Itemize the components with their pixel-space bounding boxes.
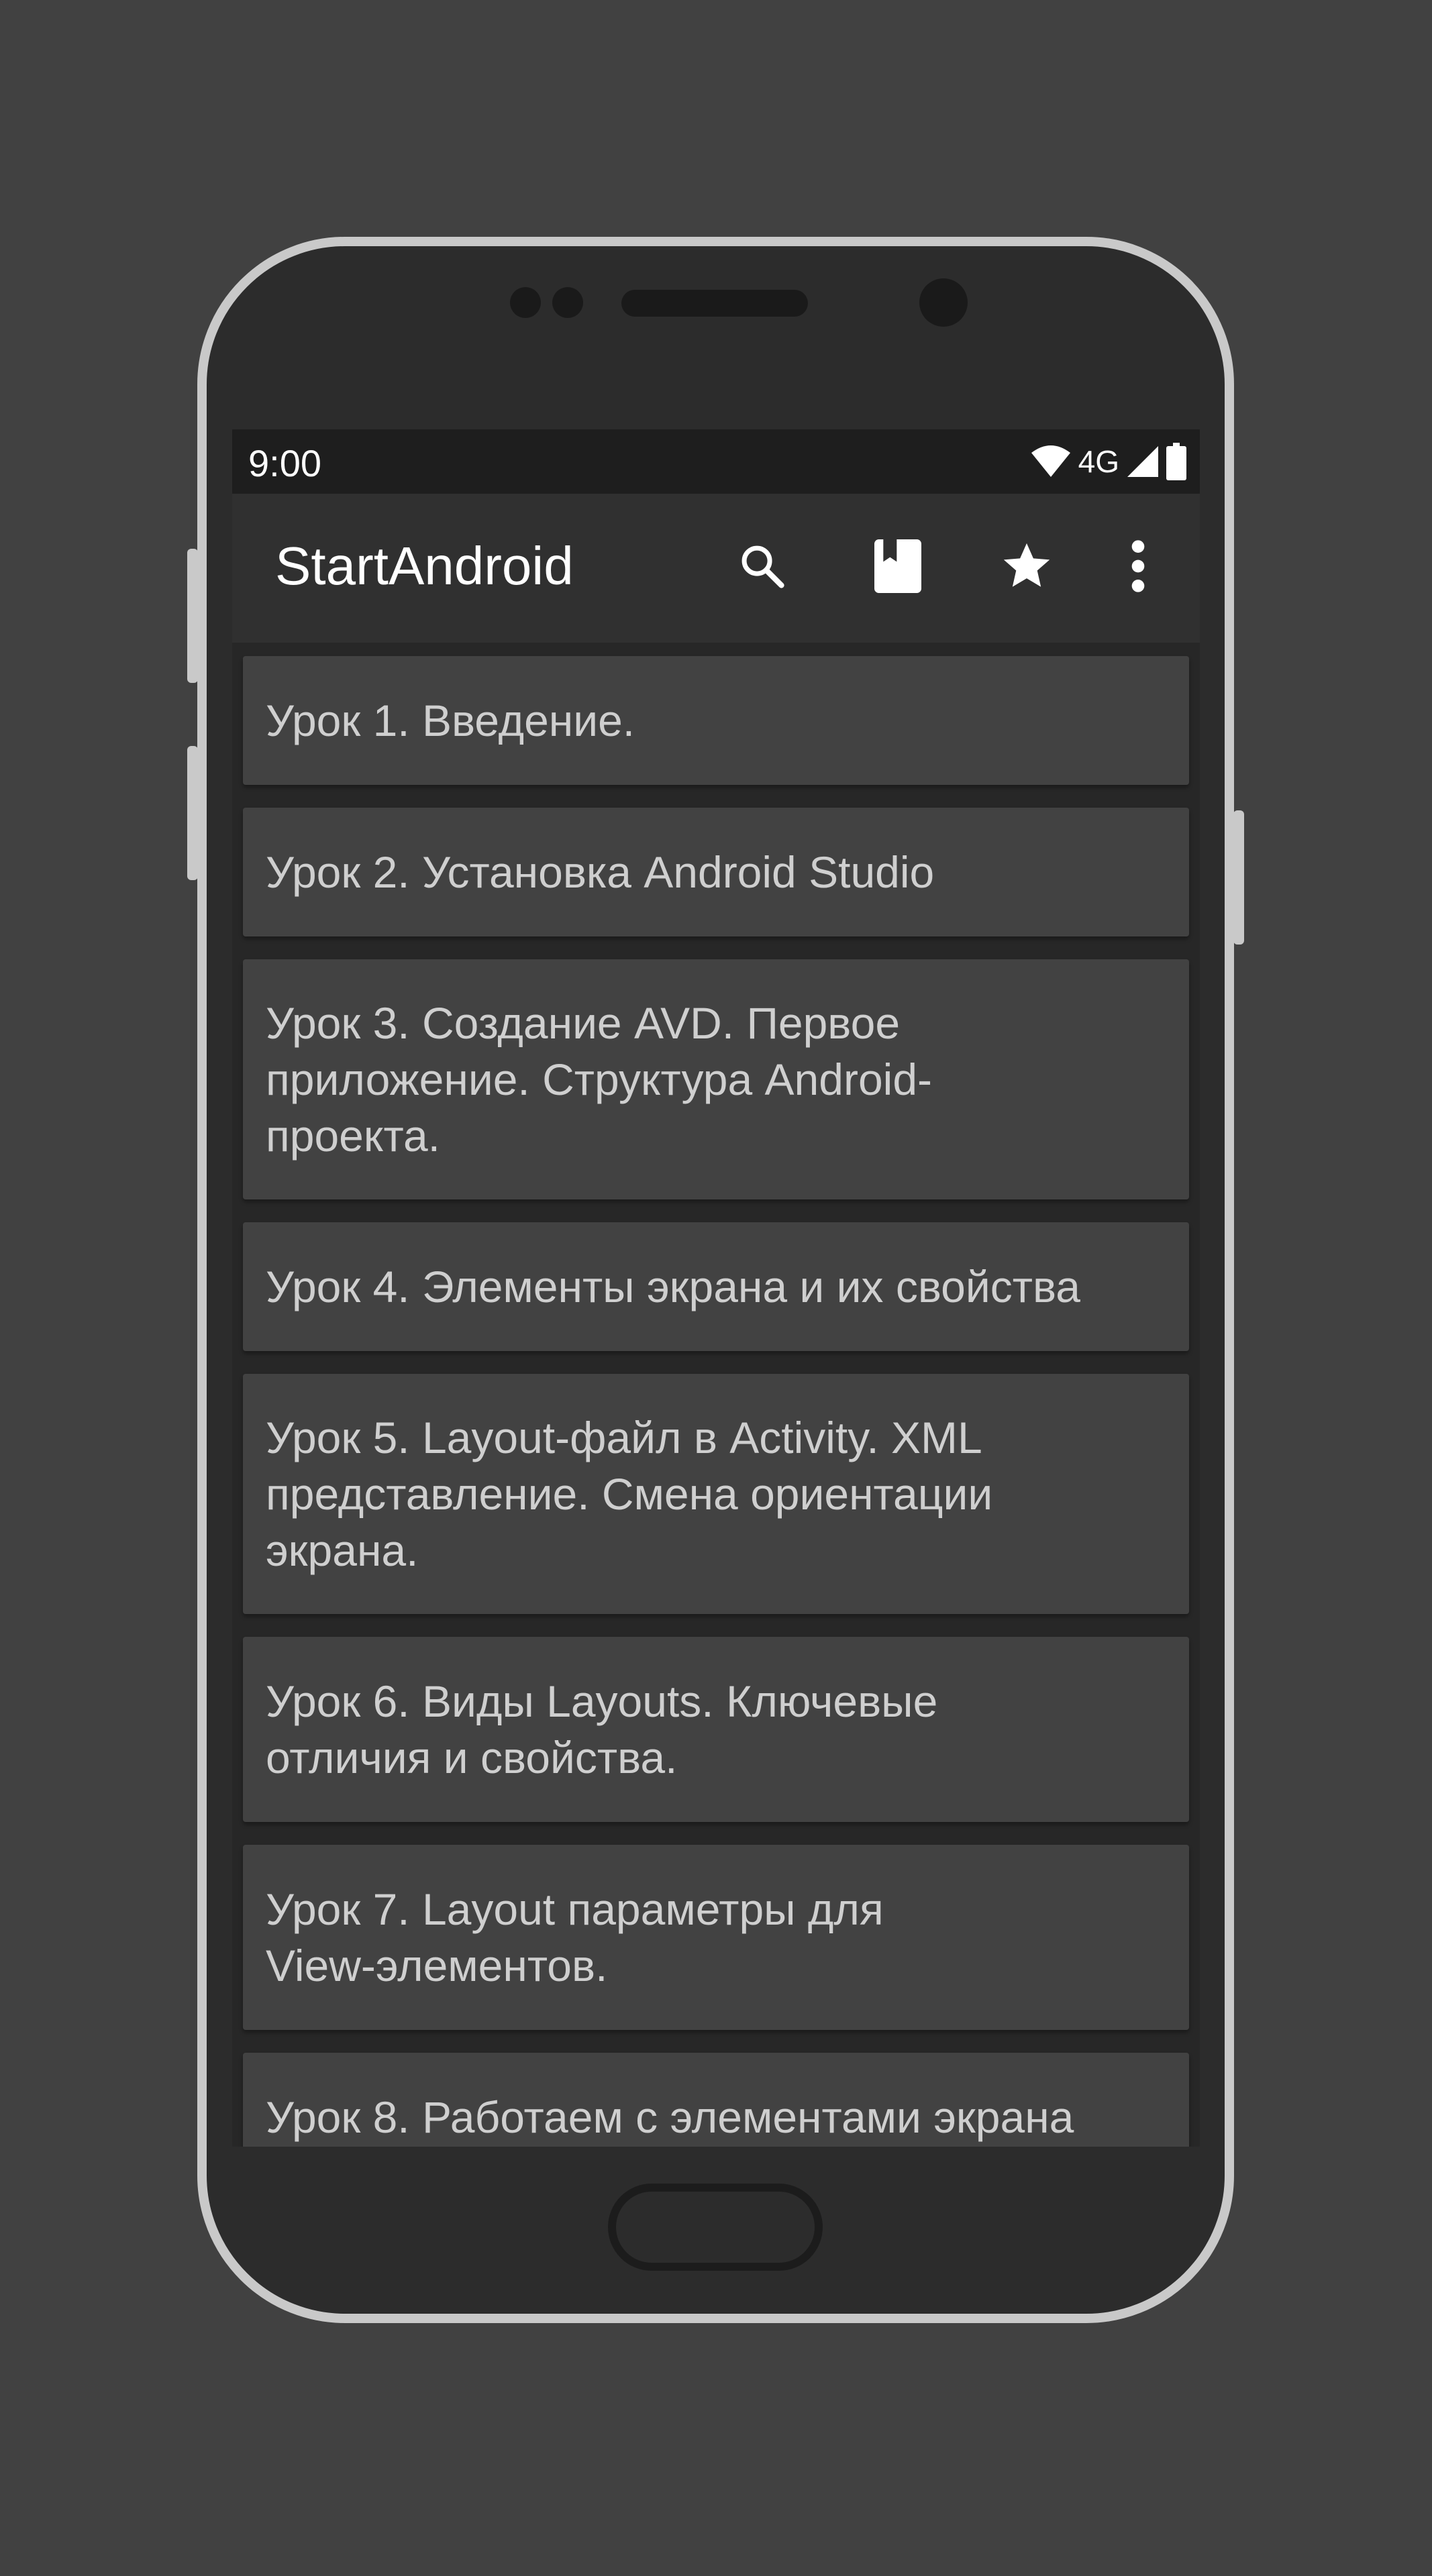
more-vert-icon [1131, 540, 1145, 592]
status-time: 9:00 [248, 442, 321, 484]
lesson-title: Урок 2. Установка Android Studio [266, 847, 935, 897]
stage: 9:00 4G StartAndroid Урок 1. Введение. У… [0, 0, 1432, 2576]
lesson-title: Урок 7. Layout параметры для View-элемен… [266, 1884, 884, 1990]
screen: 9:00 4G StartAndroid Урок 1. Введение. У… [232, 429, 1200, 2147]
sensor-dot [510, 287, 541, 318]
lesson-card[interactable]: Урок 1. Введение. [243, 656, 1189, 785]
wifi-icon [1031, 445, 1070, 477]
lesson-title: Урок 1. Введение. [266, 696, 635, 745]
lesson-list: Урок 1. Введение. Урок 2. Установка Andr… [243, 656, 1189, 2147]
search-button[interactable] [729, 533, 796, 600]
battery-icon [1166, 443, 1186, 480]
lesson-card[interactable]: Урок 6. Виды Layouts. Ключевые отличия и… [243, 1637, 1189, 1822]
volume-down-button [187, 746, 198, 880]
app-title: StartAndroid [275, 536, 574, 596]
lesson-card[interactable]: Урок 5. Layout-файл в Activity. XML пред… [243, 1374, 1189, 1614]
sensor-dot [552, 287, 583, 318]
network-type: 4G [1078, 444, 1119, 479]
lesson-title: Урок 3. Создание AVD. Первое приложение.… [266, 998, 932, 1161]
front-camera [919, 278, 968, 327]
earpiece-speaker [621, 290, 808, 317]
star-icon [1003, 543, 1050, 587]
lesson-card[interactable]: Урок 3. Создание AVD. Первое приложение.… [243, 959, 1189, 1199]
volume-up-button [187, 549, 198, 683]
lesson-card[interactable]: Урок 7. Layout параметры для View-элемен… [243, 1845, 1189, 2030]
status-bar: 9:00 4G [232, 429, 1200, 494]
lesson-title: Урок 8. Работаем с элементами экрана [266, 2092, 1074, 2142]
bookmark-icon [874, 539, 921, 593]
status-icons: 4G [1030, 441, 1186, 482]
favorites-button[interactable] [993, 533, 1060, 600]
search-icon [741, 545, 784, 588]
app-toolbar: StartAndroid [232, 494, 1200, 643]
home-button [608, 2184, 823, 2271]
overflow-menu-button[interactable] [1105, 533, 1172, 600]
signal-icon [1127, 446, 1158, 477]
bookmarks-button[interactable] [864, 533, 931, 600]
lesson-card[interactable]: Урок 4. Элементы экрана и их свойства [243, 1222, 1189, 1351]
lesson-title: Урок 4. Элементы экрана и их свойства [266, 1262, 1080, 1311]
power-button [1233, 810, 1244, 945]
lesson-card[interactable]: Урок 8. Работаем с элементами экрана [243, 2053, 1189, 2147]
lesson-card[interactable]: Урок 2. Установка Android Studio [243, 808, 1189, 936]
lesson-title: Урок 5. Layout-файл в Activity. XML пред… [266, 1413, 993, 1575]
lesson-title: Урок 6. Виды Layouts. Ключевые отличия и… [266, 1676, 938, 1782]
